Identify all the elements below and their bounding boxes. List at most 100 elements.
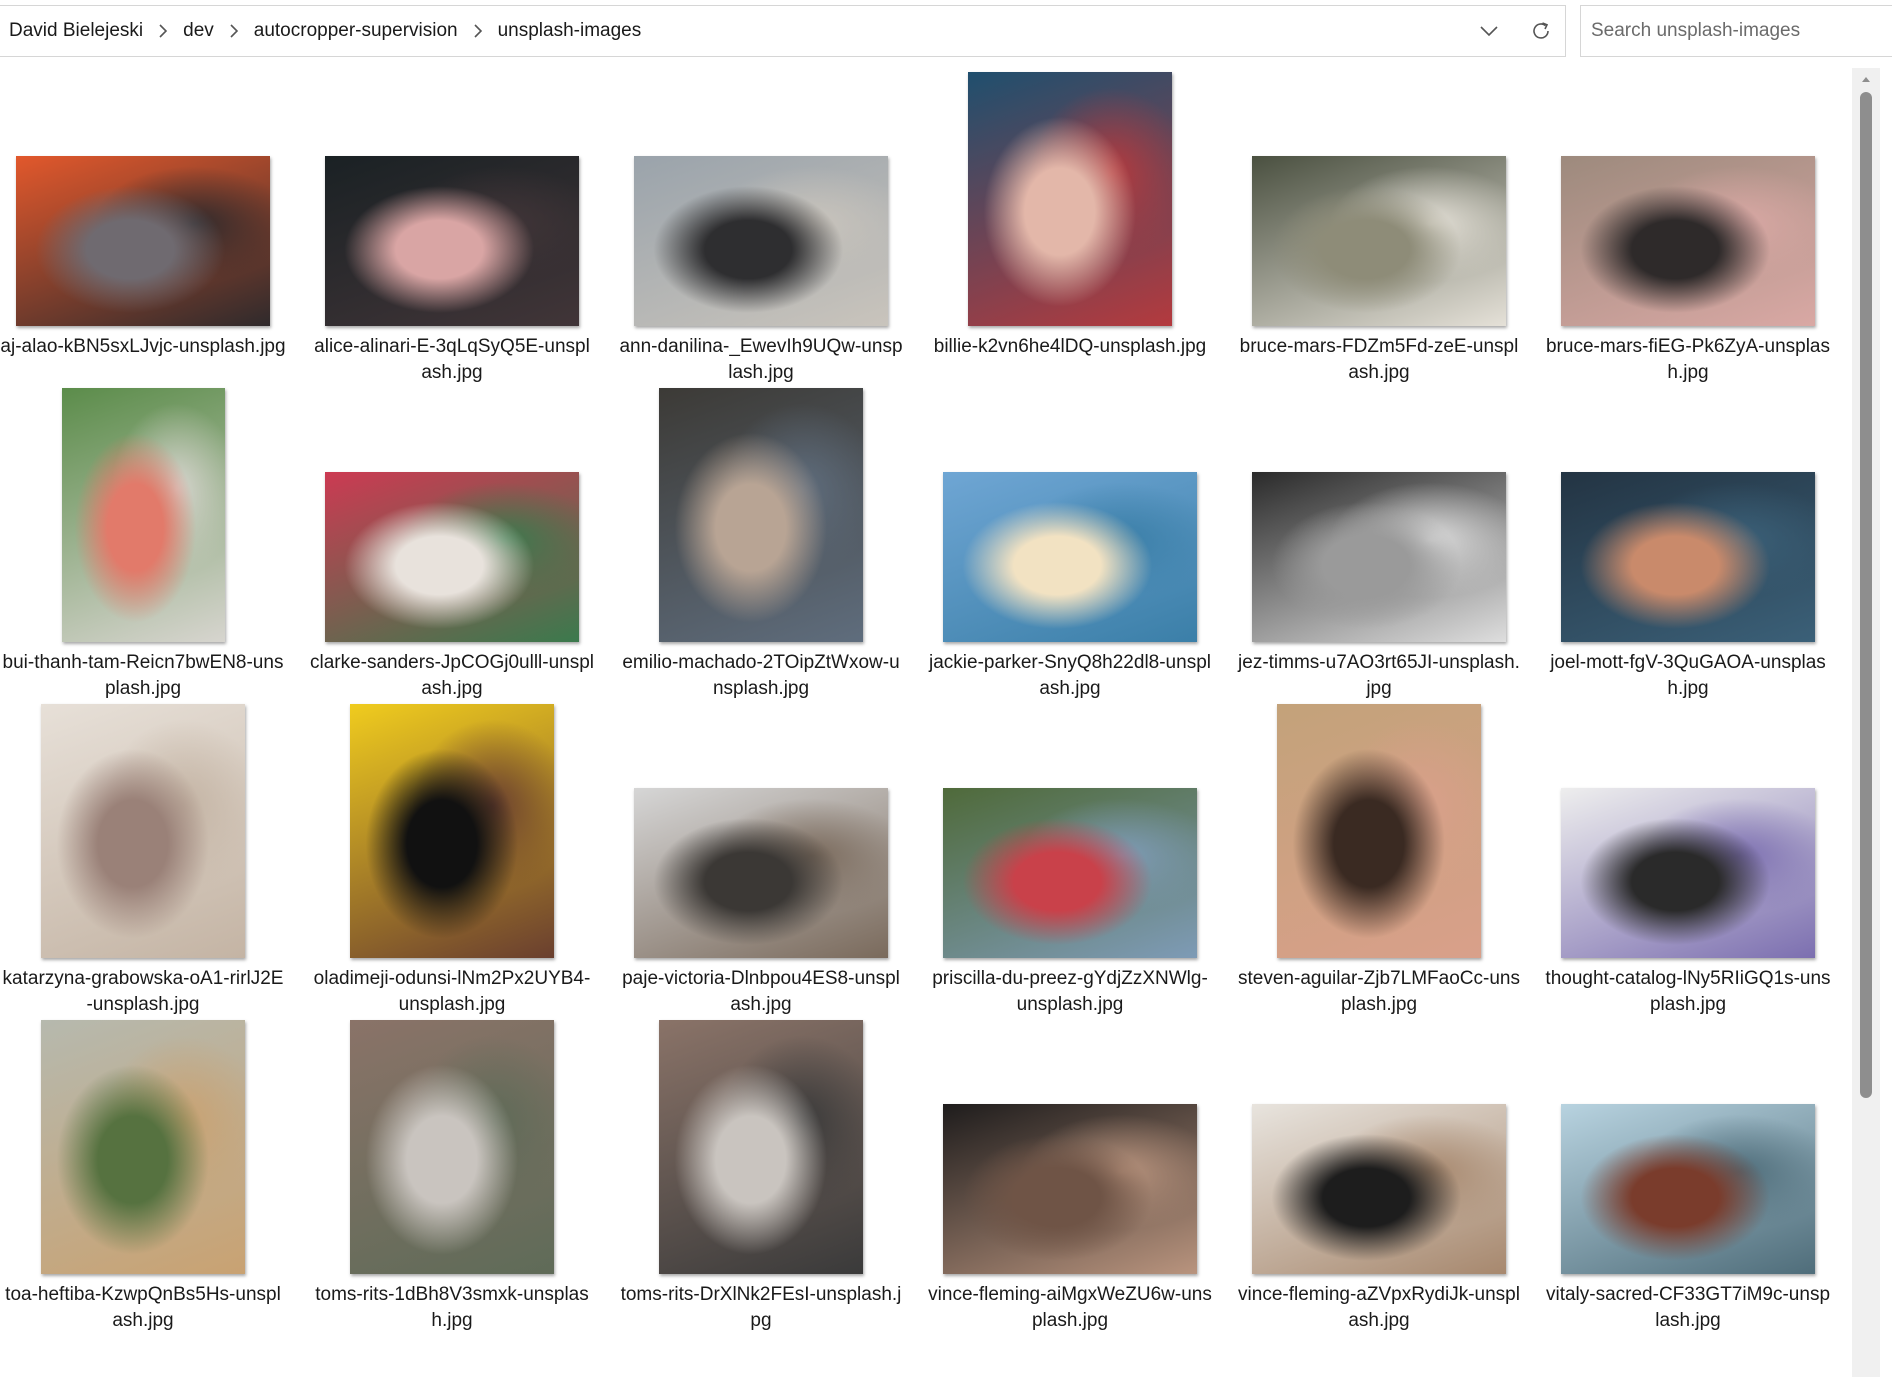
file-name-label: vitaly-sacred-CF33GT7iM9c-unsplash.jpg: [1545, 1284, 1831, 1331]
image-thumbnail[interactable]: [325, 156, 579, 326]
image-thumbnail[interactable]: [943, 472, 1197, 642]
chevron-right-icon: [229, 24, 239, 38]
file-item[interactable]: toms-rits-1dBh8V3smxk-unsplash.jpg: [309, 1020, 618, 1344]
file-name-label: bruce-mars-fiEG-Pk6ZyA-unsplash.jpg: [1545, 336, 1831, 383]
thumbnail-container: [618, 712, 904, 958]
file-item[interactable]: steven-aguilar-Zjb7LMFaoCc-unsplash.jpg: [1236, 704, 1545, 1028]
image-thumbnail[interactable]: [1561, 472, 1815, 642]
image-thumbnail[interactable]: [350, 704, 554, 958]
search-input[interactable]: [1581, 6, 1892, 56]
file-name-label: vince-fleming-aZVpxRydiJk-unsplash.jpg: [1238, 1284, 1520, 1331]
image-thumbnail[interactable]: [968, 72, 1172, 326]
file-item[interactable]: thought-catalog-lNy5RIiGQ1s-unsplash.jpg: [1545, 712, 1854, 1028]
thumbnail-container: [618, 388, 904, 642]
vertical-scrollbar[interactable]: [1852, 68, 1880, 1377]
thumbnail-container: [0, 1020, 286, 1274]
file-item[interactable]: ann-danilina-_EwevIh9UQw-unsplash.jpg: [618, 80, 927, 396]
file-item[interactable]: alice-alinari-E-3qLqSyQ5E-unsplash.jpg: [309, 80, 618, 396]
image-thumbnail[interactable]: [1252, 156, 1506, 326]
file-name-label: paje-victoria-Dlnbpou4ES8-unsplash.jpg: [622, 968, 900, 1015]
image-thumbnail[interactable]: [659, 1020, 863, 1274]
chevron-down-icon[interactable]: [1465, 7, 1513, 55]
image-thumbnail[interactable]: [61, 388, 225, 642]
file-item[interactable]: toms-rits-DrXlNk2FEsI-unsplash.jpg: [618, 1020, 927, 1344]
breadcrumb-item-unsplash-images[interactable]: unsplash-images: [498, 20, 642, 42]
file-name-label: toa-heftiba-KzwpQnBs5Hs-unsplash.jpg: [5, 1284, 281, 1331]
image-thumbnail[interactable]: [350, 1020, 554, 1274]
file-item[interactable]: jez-timms-u7AO3rt65JI-unsplash.jpg: [1236, 396, 1545, 712]
file-name-label: toms-rits-DrXlNk2FEsI-unsplash.jpg: [620, 1284, 902, 1331]
thumbnail-container: [927, 1028, 1213, 1274]
thumbnail-container: [618, 80, 904, 326]
file-name-label: ann-danilina-_EwevIh9UQw-unsplash.jpg: [619, 336, 903, 383]
file-name-label: jez-timms-u7AO3rt65JI-unsplash.jpg: [1238, 652, 1520, 699]
thumbnail-container: [0, 80, 286, 326]
image-thumbnail[interactable]: [41, 1020, 245, 1274]
file-item[interactable]: katarzyna-grabowska-oA1-rirlJ2E-unsplash…: [0, 704, 309, 1028]
file-name-label: alice-alinari-E-3qLqSyQ5E-unsplash.jpg: [314, 336, 590, 383]
file-item[interactable]: toa-heftiba-KzwpQnBs5Hs-unsplash.jpg: [0, 1020, 309, 1344]
refresh-icon[interactable]: [1517, 7, 1565, 55]
thumbnail-container: [309, 1020, 595, 1274]
thumbnail-container: [927, 72, 1213, 326]
image-thumbnail[interactable]: [1277, 704, 1481, 958]
thumbnail-container: [1545, 80, 1831, 326]
image-thumbnail[interactable]: [1252, 1104, 1506, 1274]
image-thumbnail[interactable]: [41, 704, 245, 958]
thumbnail-container: [618, 1020, 904, 1274]
search-box[interactable]: [1580, 5, 1892, 57]
thumbnail-container: [309, 80, 595, 326]
image-thumbnail[interactable]: [943, 788, 1197, 958]
thumbnail-container: [927, 712, 1213, 958]
thumbnail-container: [1236, 80, 1522, 326]
image-thumbnail[interactable]: [659, 388, 863, 642]
file-item[interactable]: aj-alao-kBN5sxLJvjc-unsplash.jpg: [0, 80, 309, 396]
file-name-label: steven-aguilar-Zjb7LMFaoCc-unsplash.jpg: [1238, 968, 1520, 1015]
file-name-label: thought-catalog-lNy5RIiGQ1s-unsplash.jpg: [1545, 968, 1831, 1015]
breadcrumb-item-dev[interactable]: dev: [183, 20, 214, 42]
file-item[interactable]: vince-fleming-aiMgxWeZU6w-unsplash.jpg: [927, 1028, 1236, 1344]
image-thumbnail[interactable]: [634, 156, 888, 326]
image-thumbnail[interactable]: [1561, 788, 1815, 958]
file-item[interactable]: paje-victoria-Dlnbpou4ES8-unsplash.jpg: [618, 712, 927, 1028]
file-item[interactable]: bui-thanh-tam-Reicn7bwEN8-unsplash.jpg: [0, 388, 309, 712]
address-bar[interactable]: David Bielejeski dev autocropper-supervi…: [0, 5, 1566, 57]
file-name-label: toms-rits-1dBh8V3smxk-unsplash.jpg: [315, 1284, 589, 1331]
file-name-label: bruce-mars-FDZm5Fd-zeE-unsplash.jpg: [1239, 336, 1519, 383]
file-name-label: vince-fleming-aiMgxWeZU6w-unsplash.jpg: [928, 1284, 1212, 1331]
scrollbar-thumb[interactable]: [1860, 92, 1872, 1098]
image-thumbnail[interactable]: [634, 788, 888, 958]
file-item[interactable]: bruce-mars-FDZm5Fd-zeE-unsplash.jpg: [1236, 80, 1545, 396]
file-item[interactable]: vitaly-sacred-CF33GT7iM9c-unsplash.jpg: [1545, 1028, 1854, 1344]
thumbnail-container: [309, 396, 595, 642]
file-item[interactable]: oladimeji-odunsi-lNm2Px2UYB4-unsplash.jp…: [309, 704, 618, 1028]
file-item[interactable]: bruce-mars-fiEG-Pk6ZyA-unsplash.jpg: [1545, 80, 1854, 396]
thumbnail-container: [1545, 712, 1831, 958]
breadcrumb-item-autocropper[interactable]: autocropper-supervision: [254, 20, 458, 42]
file-item[interactable]: billie-k2vn6he4lDQ-unsplash.jpg: [927, 72, 1236, 396]
image-thumbnail[interactable]: [16, 156, 270, 326]
file-item[interactable]: clarke-sanders-JpCOGj0ulll-unsplash.jpg: [309, 396, 618, 712]
image-thumbnail[interactable]: [1561, 1104, 1815, 1274]
image-thumbnail[interactable]: [1252, 472, 1506, 642]
file-item[interactable]: emilio-machado-2TOipZtWxow-unsplash.jpg: [618, 388, 927, 712]
breadcrumb-item-user[interactable]: David Bielejeski: [9, 20, 143, 42]
file-name-label: emilio-machado-2TOipZtWxow-unsplash.jpg: [622, 652, 900, 699]
file-item[interactable]: joel-mott-fgV-3QuGAOA-unsplash.jpg: [1545, 396, 1854, 712]
chevron-right-icon: [473, 24, 483, 38]
thumbnail-container: [1236, 1028, 1522, 1274]
file-item[interactable]: priscilla-du-preez-gYdjZzXNWlg-unsplash.…: [927, 712, 1236, 1028]
image-thumbnail[interactable]: [943, 1104, 1197, 1274]
file-name-label: aj-alao-kBN5sxLJvjc-unsplash.jpg: [0, 336, 286, 357]
image-thumbnail[interactable]: [325, 472, 579, 642]
file-grid: aj-alao-kBN5sxLJvjc-unsplash.jpg alice-al…: [0, 72, 1831, 1344]
thumbnail-container: [1545, 396, 1831, 642]
thumbnail-container: [927, 396, 1213, 642]
scroll-up-arrow-icon[interactable]: [1860, 72, 1872, 86]
file-name-label: billie-k2vn6he4lDQ-unsplash.jpg: [933, 336, 1207, 357]
file-item[interactable]: vince-fleming-aZVpxRydiJk-unsplash.jpg: [1236, 1028, 1545, 1344]
thumbnail-container: [1236, 396, 1522, 642]
file-item[interactable]: jackie-parker-SnyQ8h22dl8-unsplash.jpg: [927, 396, 1236, 712]
image-thumbnail[interactable]: [1561, 156, 1815, 326]
thumbnail-container: [1545, 1028, 1831, 1274]
